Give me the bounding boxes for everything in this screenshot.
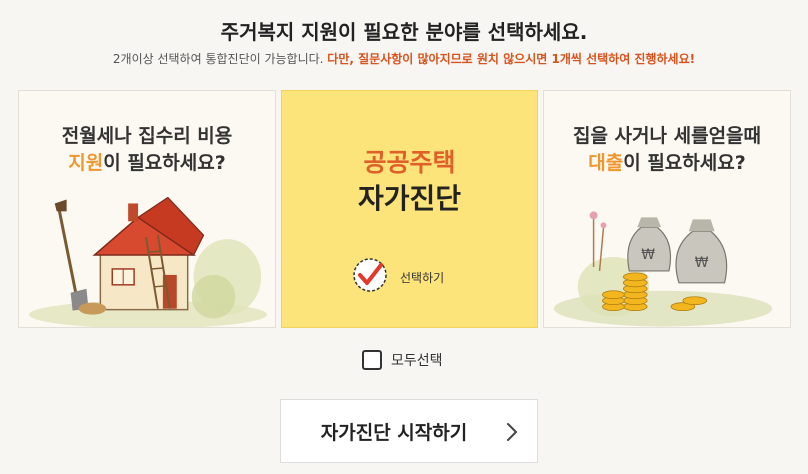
card-left-line2-rest: 이 필요하세요? — [103, 152, 226, 174]
page-title: 주거복지 지원이 필요한 분야를 선택하세요. — [220, 20, 588, 44]
card-left-highlight: 지원 — [68, 152, 104, 174]
svg-text:₩: ₩ — [695, 255, 709, 271]
card-rent-repair-support[interactable]: 전월세나 집수리 비용 지원이 필요하세요? — [18, 90, 276, 328]
card-left-line2: 지원이 필요하세요? — [19, 150, 275, 177]
card-right-line2: 대출이 필요하세요? — [544, 150, 790, 177]
card-left-text: 전월세나 집수리 비용 지원이 필요하세요? — [19, 123, 275, 177]
page-subtitle: 2개이상 선택하여 통합진단이 가능합니다. 다만, 질문사항이 많아지므로 원… — [0, 50, 808, 67]
card-right-text: 집을 사거나 세를얻을때 대출이 필요하세요? — [544, 123, 790, 177]
card-middle-title-line2: 자가진단 — [357, 182, 462, 215]
card-middle-title-line1: 공공주택 — [363, 148, 456, 177]
svg-text:₩: ₩ — [641, 247, 655, 263]
select-all-toggle[interactable]: 모두선택 — [362, 348, 443, 372]
subtitle-normal-text: 2개이상 선택하여 통합진단이 가능합니다. — [112, 52, 328, 66]
checkmark-badge-icon — [353, 258, 387, 292]
money-bags-illustration-icon: ₩ ₩ — [553, 211, 773, 327]
chevron-right-icon — [507, 423, 517, 441]
house-illustration-icon — [28, 197, 268, 327]
card-right-highlight: 대출 — [588, 152, 624, 174]
card-public-housing-diagnosis[interactable]: 공공주택 자가진단 선택하기 — [281, 90, 538, 328]
select-all-checkbox[interactable] — [362, 350, 382, 370]
card-left-line1: 전월세나 집수리 비용 — [61, 125, 233, 147]
subtitle-warning-text: 다만, 질문사항이 많아지므로 원치 않으시면 1개씩 선택하여 진행하세요! — [327, 52, 696, 66]
card-right-line2-rest: 이 필요하세요? — [623, 152, 746, 174]
card-middle-check-label: 선택하기 — [400, 271, 445, 285]
start-diagnosis-button[interactable]: 자가진단 시작하기 — [280, 399, 538, 463]
card-loan-support[interactable]: 집을 사거나 세를얻을때 대출이 필요하세요? ₩ ₩ — [543, 90, 791, 328]
select-all-label: 모두선택 — [391, 353, 443, 369]
card-right-line1: 집을 사거나 세를얻을때 — [572, 125, 762, 147]
start-button-label: 자가진단 시작하기 — [320, 421, 468, 444]
